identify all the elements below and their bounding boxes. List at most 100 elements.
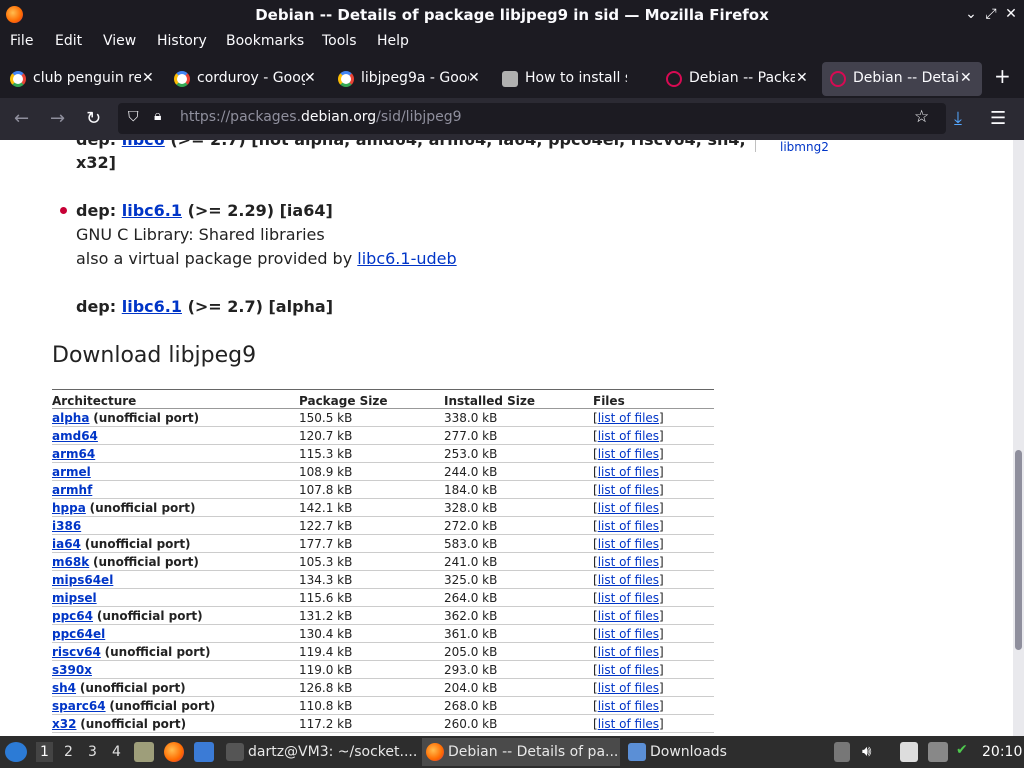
page-scrollbar[interactable]: [1013, 140, 1024, 736]
menu-view[interactable]: View: [103, 33, 136, 49]
firefox-launcher-icon[interactable]: [164, 742, 184, 762]
shield-icon[interactable]: ⛉: [128, 109, 139, 125]
bracket: ]: [659, 518, 664, 533]
list-of-files-link[interactable]: list of files: [598, 663, 659, 677]
scrollbar-thumb[interactable]: [1015, 450, 1022, 650]
file-manager-icon[interactable]: [134, 742, 154, 762]
tab-debian-packages[interactable]: Debian -- Packag ✕: [658, 62, 818, 96]
menu-bookmarks[interactable]: Bookmarks: [226, 33, 304, 49]
back-icon[interactable]: ←: [14, 108, 29, 129]
list-of-files-link[interactable]: list of files: [598, 483, 659, 497]
arch-link[interactable]: ia64: [52, 537, 81, 551]
lock-icon[interactable]: 🔒︎: [154, 108, 161, 124]
maximize-icon[interactable]: ⤢: [982, 4, 1000, 24]
list-of-files-link[interactable]: list of files: [598, 555, 659, 569]
new-tab-icon[interactable]: +: [994, 64, 1011, 88]
arch-link[interactable]: mipsel: [52, 591, 97, 605]
reload-icon[interactable]: ↻: [86, 108, 101, 129]
arch-link[interactable]: arm64: [52, 447, 95, 461]
downloads-icon[interactable]: ⤓: [954, 108, 962, 129]
package-size-cell: 119.0 kB: [299, 660, 444, 679]
arch-link[interactable]: m68k: [52, 555, 89, 569]
menu-history[interactable]: History: [157, 33, 207, 49]
clipboard-icon[interactable]: [900, 742, 918, 762]
list-of-files-link[interactable]: list of files: [598, 591, 659, 605]
arch-link[interactable]: x32: [52, 717, 76, 731]
tab-club-penguin[interactable]: club penguin re ✕: [2, 62, 162, 96]
libc6-link[interactable]: libc6: [122, 140, 165, 149]
arch-link[interactable]: ppc64el: [52, 627, 105, 641]
close-tab-icon[interactable]: ✕: [468, 70, 480, 86]
task-label: Debian -- Details of pa...: [448, 744, 619, 760]
arch-link[interactable]: alpha: [52, 411, 89, 425]
menu-help[interactable]: Help: [377, 33, 409, 49]
arch-cell: ppc64el: [52, 624, 299, 643]
close-window-icon[interactable]: ✕: [1002, 4, 1020, 24]
files-cell: [list of files]: [593, 660, 714, 679]
menu-file[interactable]: File: [10, 33, 33, 49]
list-of-files-link[interactable]: list of files: [598, 627, 659, 641]
libc61-udeb-link[interactable]: libc6.1-udeb: [357, 249, 456, 268]
list-of-files-link[interactable]: list of files: [598, 717, 659, 731]
workspace-4[interactable]: 4: [112, 744, 121, 760]
workspace-3[interactable]: 3: [88, 744, 97, 760]
bracket: ]: [659, 482, 664, 497]
arch-link[interactable]: ppc64: [52, 609, 93, 623]
list-of-files-link[interactable]: list of files: [598, 699, 659, 713]
task-terminal[interactable]: dartz@VM3: ~/socket....: [222, 738, 418, 766]
task-downloads[interactable]: Downloads: [624, 738, 744, 766]
title-bar: Debian -- Details of package libjpeg9 in…: [0, 0, 1024, 30]
start-menu-icon[interactable]: [5, 742, 27, 762]
menu-tools[interactable]: Tools: [322, 33, 357, 49]
menu-edit[interactable]: Edit: [55, 33, 82, 49]
tab-libjpeg9a[interactable]: libjpeg9a - Goog ✕: [330, 62, 490, 96]
arch-link[interactable]: mips64el: [52, 573, 113, 587]
list-of-files-link[interactable]: list of files: [598, 609, 659, 623]
close-tab-icon[interactable]: ✕: [796, 70, 808, 86]
workspace-2[interactable]: 2: [64, 744, 73, 760]
libc61-link[interactable]: libc6.1: [122, 201, 182, 220]
close-tab-icon[interactable]: ✕: [304, 70, 316, 86]
list-of-files-link[interactable]: list of files: [598, 645, 659, 659]
list-of-files-link[interactable]: list of files: [598, 429, 659, 443]
close-tab-icon[interactable]: ✕: [142, 70, 154, 86]
url-bar[interactable]: ⛉ 🔒︎ https://packages.debian.org/sid/lib…: [118, 103, 946, 134]
list-of-files-link[interactable]: list of files: [598, 519, 659, 533]
url-text[interactable]: https://packages.debian.org/sid/libjpeg9: [180, 109, 462, 125]
list-of-files-link[interactable]: list of files: [598, 501, 659, 515]
close-tab-icon[interactable]: ✕: [960, 70, 972, 86]
bookmark-star-icon[interactable]: ☆: [914, 107, 929, 127]
arch-link[interactable]: armel: [52, 465, 91, 479]
forward-icon[interactable]: →: [50, 108, 65, 129]
tab-corduroy[interactable]: corduroy - Goog ✕: [166, 62, 326, 96]
list-of-files-link[interactable]: list of files: [598, 465, 659, 479]
list-of-files-link[interactable]: list of files: [598, 411, 659, 425]
volume-icon[interactable]: 🔊︎: [862, 742, 882, 762]
minimize-icon[interactable]: ⌄: [962, 4, 980, 24]
arch-link[interactable]: sparc64: [52, 699, 106, 713]
app-menu-icon[interactable]: ☰: [990, 108, 1006, 129]
tray-icon[interactable]: [834, 742, 850, 762]
arch-link[interactable]: sh4: [52, 681, 76, 695]
arch-link[interactable]: armhf: [52, 483, 92, 497]
updates-icon[interactable]: ✔: [956, 742, 976, 762]
libmng2-link[interactable]: libmng2: [780, 140, 829, 154]
task-firefox[interactable]: Debian -- Details of pa...: [422, 738, 620, 766]
arch-link[interactable]: riscv64: [52, 645, 101, 659]
arch-link[interactable]: s390x: [52, 663, 92, 677]
list-of-files-link[interactable]: list of files: [598, 537, 659, 551]
clock: 20:10: [982, 744, 1023, 760]
arch-link[interactable]: i386: [52, 519, 81, 533]
libc61-link[interactable]: libc6.1: [122, 297, 182, 316]
tab-how-to-install[interactable]: How to install sc: [494, 62, 654, 96]
folder-icon: [628, 743, 646, 761]
workspace-1[interactable]: 1: [36, 742, 53, 762]
arch-link[interactable]: hppa: [52, 501, 86, 515]
arch-link[interactable]: amd64: [52, 429, 98, 443]
list-of-files-link[interactable]: list of files: [598, 447, 659, 461]
network-icon[interactable]: [928, 742, 948, 762]
list-of-files-link[interactable]: list of files: [598, 573, 659, 587]
desktop-icon[interactable]: [194, 742, 214, 762]
list-of-files-link[interactable]: list of files: [598, 681, 659, 695]
tab-debian-details[interactable]: Debian -- Detail ✕: [822, 62, 982, 96]
